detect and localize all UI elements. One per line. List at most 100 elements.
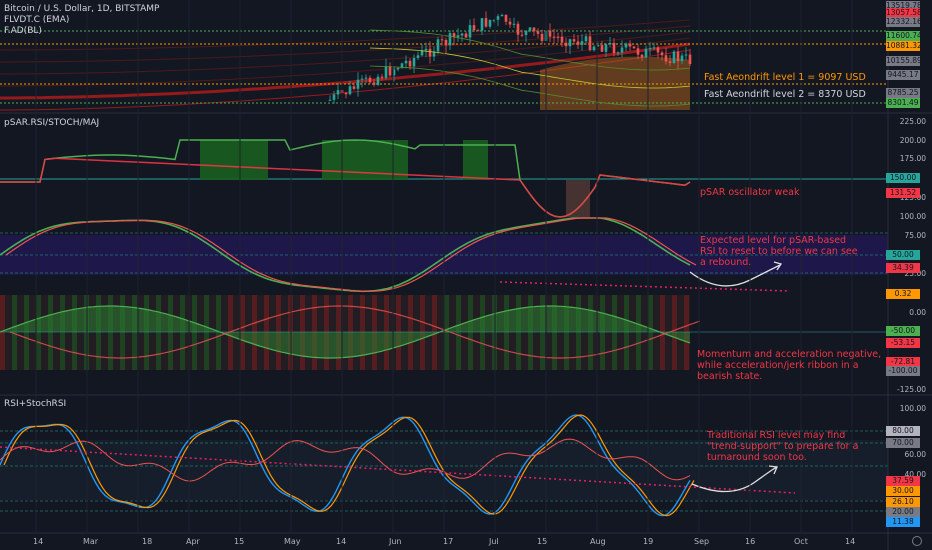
axis-tick: 100.00 bbox=[899, 404, 926, 413]
candle-body bbox=[556, 36, 560, 38]
candle-body bbox=[572, 39, 576, 42]
candle-body bbox=[652, 47, 656, 49]
psar-tag: 131.52 bbox=[886, 188, 920, 198]
candle-body bbox=[348, 86, 352, 95]
momentum-stripe bbox=[132, 295, 137, 370]
candle-body bbox=[680, 55, 684, 62]
candle-body bbox=[664, 55, 668, 62]
candle-body bbox=[496, 16, 500, 20]
candle-body bbox=[500, 14, 504, 17]
candle-body bbox=[360, 78, 364, 80]
candle-body bbox=[344, 92, 348, 95]
candle-body bbox=[648, 48, 652, 50]
time-tick: Sep bbox=[694, 537, 710, 546]
candle-body bbox=[332, 94, 336, 100]
candle-body bbox=[552, 36, 556, 38]
momentum-stripe bbox=[600, 295, 605, 370]
candle-body bbox=[524, 30, 528, 36]
candle-body bbox=[560, 36, 564, 43]
candle-body bbox=[440, 39, 444, 41]
price-tag: 8301.49 bbox=[886, 98, 920, 108]
candle-body bbox=[412, 57, 416, 67]
psar-tag: -100.00 bbox=[886, 366, 920, 376]
price-tag: 10155.89 bbox=[886, 56, 922, 66]
candle-body bbox=[640, 54, 644, 58]
candle-body bbox=[456, 35, 460, 38]
momentum-stripe bbox=[444, 295, 449, 370]
time-tick: Mar bbox=[83, 537, 99, 546]
momentum-stripe bbox=[588, 295, 593, 370]
candle-body bbox=[516, 23, 520, 35]
candle-body bbox=[600, 45, 604, 52]
axis-tick: 100.00 bbox=[899, 212, 926, 221]
momentum-stripe bbox=[0, 295, 5, 370]
candle-body bbox=[520, 34, 524, 36]
candle-body bbox=[612, 42, 616, 54]
momentum-stripe bbox=[504, 295, 509, 370]
candle-body bbox=[388, 66, 392, 76]
candle-body bbox=[580, 41, 584, 45]
candle-body bbox=[672, 51, 676, 63]
candle-body bbox=[592, 46, 596, 51]
candle-body bbox=[660, 52, 664, 56]
momentum-stripe bbox=[156, 295, 161, 370]
candle-body bbox=[656, 47, 660, 53]
psar-pane-title: pSAR.RSI/STOCH/MAJ bbox=[4, 118, 100, 128]
time-tick: 18 bbox=[142, 537, 153, 546]
time-tick: 14 bbox=[33, 537, 44, 546]
psar-tag: -53.15 bbox=[886, 338, 920, 348]
gear-icon[interactable] bbox=[912, 536, 922, 546]
candle-body bbox=[364, 77, 368, 79]
rsi-tag: 20.00 bbox=[886, 507, 920, 517]
rsi-pane-title: RSI+StochRSI bbox=[4, 399, 67, 409]
momentum-stripe bbox=[192, 295, 197, 370]
rsi-support-note: Traditional RSI level may find "trend-su… bbox=[707, 430, 859, 463]
axis-tick: 75.00 bbox=[904, 231, 926, 240]
main-pane-title: Bitcoin / U.S. Dollar, 1D, BITSTAMP bbox=[4, 4, 160, 14]
candle-body bbox=[484, 18, 488, 27]
candle-body bbox=[384, 66, 388, 78]
candle-body bbox=[584, 36, 588, 42]
psar-tag: 150.00 bbox=[886, 173, 920, 183]
axis-tick: 0.00 bbox=[909, 308, 926, 317]
candle-body bbox=[512, 23, 516, 25]
aeondrift-level-2-note: Fast Aeondrift level 2 = 8370 USD bbox=[704, 89, 866, 100]
candle-body bbox=[576, 41, 580, 45]
psar-green-block bbox=[200, 140, 268, 180]
psar-green-block bbox=[463, 140, 488, 180]
price-tag: 8785.25 bbox=[886, 88, 920, 98]
candle-body bbox=[356, 79, 360, 89]
candle-body bbox=[540, 33, 544, 42]
candle-body bbox=[328, 99, 332, 101]
momentum-stripe bbox=[24, 295, 29, 370]
psar-tag: 34.39 bbox=[886, 263, 920, 273]
axis-tick: 175.00 bbox=[899, 154, 926, 163]
candle-body bbox=[644, 48, 648, 58]
candle-body bbox=[468, 25, 472, 38]
time-tick: Aug bbox=[590, 537, 606, 546]
candle-body bbox=[436, 39, 440, 52]
candle-body bbox=[372, 82, 376, 85]
candle-body bbox=[620, 47, 624, 53]
candle-body bbox=[488, 19, 492, 27]
candle-body bbox=[460, 33, 464, 36]
candle-body bbox=[472, 25, 476, 31]
time-tick: 16 bbox=[745, 537, 756, 546]
momentum-stripe bbox=[648, 295, 653, 370]
candle-body bbox=[504, 14, 508, 22]
momentum-stripe bbox=[180, 295, 185, 370]
momentum-stripe bbox=[468, 295, 473, 370]
candle-body bbox=[336, 90, 340, 95]
axis-tick: 225.00 bbox=[899, 117, 926, 126]
candle-body bbox=[624, 43, 628, 48]
time-tick: 17 bbox=[443, 537, 454, 546]
aeondrift-area bbox=[540, 56, 690, 110]
momentum-stripe bbox=[168, 295, 173, 370]
candle-body bbox=[428, 48, 432, 57]
time-tick: Jul bbox=[489, 537, 499, 546]
time-tick: May bbox=[284, 537, 301, 546]
momentum-stripe bbox=[624, 295, 629, 370]
indicator-label-fad: F.AD(BL) bbox=[4, 26, 42, 36]
candle-body bbox=[480, 18, 484, 31]
rsi-tag: 30.00 bbox=[886, 486, 920, 496]
